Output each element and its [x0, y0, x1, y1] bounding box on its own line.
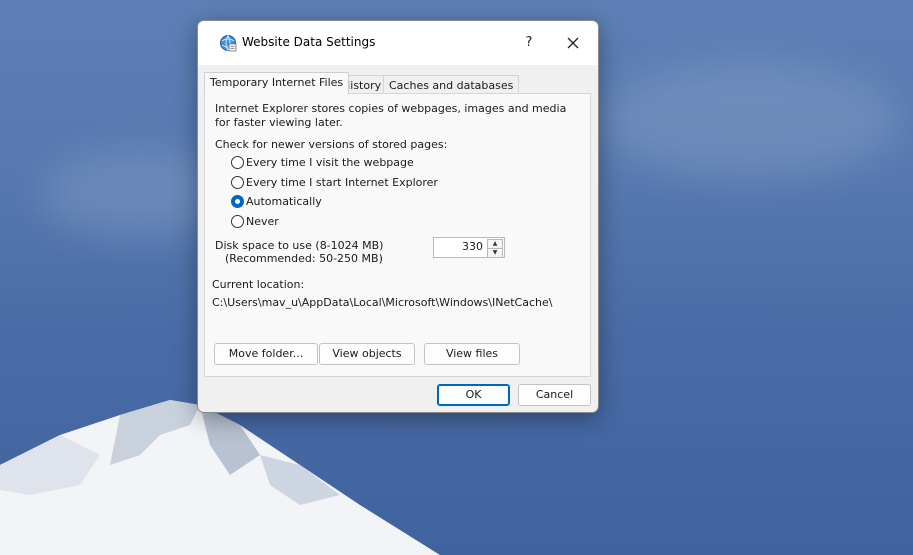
disk-space-recommended: (Recommended: 50-250 MB)	[225, 252, 383, 265]
current-location-label: Current location:	[212, 278, 305, 291]
close-button[interactable]	[560, 33, 586, 53]
radio-label-every-start[interactable]: Every time I start Internet Explorer	[246, 176, 438, 189]
radio-label-never[interactable]: Never	[246, 215, 279, 228]
tab-temporary-internet-files[interactable]: Temporary Internet Files	[204, 72, 350, 94]
tab-panel: Internet Explorer stores copies of webpa…	[204, 93, 591, 377]
ie-globe-icon	[219, 34, 237, 52]
check-newer-label: Check for newer versions of stored pages…	[215, 138, 448, 151]
description-line-1: Internet Explorer stores copies of webpa…	[215, 102, 567, 115]
disk-space-stepper[interactable]: 330 ▲ ▼	[433, 237, 505, 258]
help-button[interactable]: ?	[516, 33, 542, 53]
view-files-button[interactable]: View files	[424, 343, 520, 365]
radio-automatically[interactable]	[231, 195, 244, 208]
cancel-button[interactable]: Cancel	[518, 384, 591, 406]
close-icon	[567, 37, 579, 49]
radio-label-every-visit[interactable]: Every time I visit the webpage	[246, 156, 414, 169]
window-title: Website Data Settings	[242, 35, 376, 49]
ok-button[interactable]: OK	[437, 384, 510, 406]
move-folder-button[interactable]: Move folder...	[214, 343, 318, 365]
title-bar: Website Data Settings ?	[198, 21, 598, 65]
disk-space-label: Disk space to use (8-1024 MB)	[215, 239, 384, 252]
radio-every-visit[interactable]	[231, 156, 244, 169]
view-objects-button[interactable]: View objects	[319, 343, 415, 365]
current-location-path: C:\Users\mav_u\AppData\Local\Microsoft\W…	[212, 296, 553, 309]
tab-caches-and-databases[interactable]: Caches and databases	[383, 75, 520, 95]
cloud	[600, 60, 900, 180]
radio-every-start[interactable]	[231, 176, 244, 189]
website-data-settings-dialog: Website Data Settings ? Temporary Intern…	[197, 20, 599, 413]
radio-never[interactable]	[231, 215, 244, 228]
stepper-down-icon[interactable]: ▼	[487, 248, 503, 258]
disk-space-value[interactable]: 330	[462, 240, 483, 253]
radio-label-automatically[interactable]: Automatically	[246, 195, 322, 208]
mountain-wallpaper	[0, 400, 440, 555]
description-line-2: for faster viewing later.	[215, 116, 343, 129]
